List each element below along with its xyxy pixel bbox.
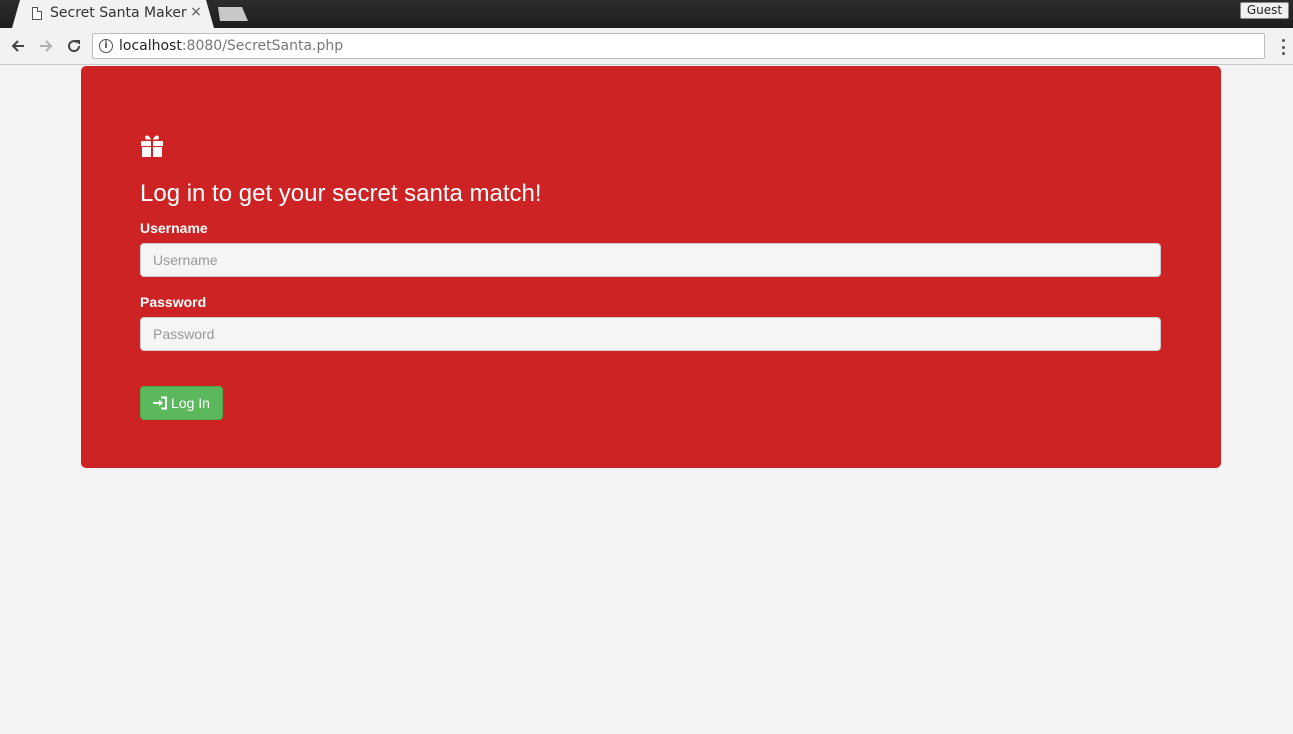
info-icon[interactable]: i xyxy=(99,39,113,53)
forward-button[interactable] xyxy=(34,34,58,58)
browser-toolbar: i localhost:8080/SecretSanta.php xyxy=(0,28,1293,65)
arrow-right-icon xyxy=(40,40,53,52)
password-input[interactable] xyxy=(140,317,1161,351)
arrow-left-icon xyxy=(11,40,24,52)
profile-button[interactable]: Guest xyxy=(1240,2,1289,19)
document-icon xyxy=(32,7,42,20)
url-host: localhost xyxy=(119,38,182,54)
browser-tab-strip: Secret Santa Maker × Guest xyxy=(0,0,1293,28)
sign-in-icon xyxy=(153,396,168,410)
url-text: localhost:8080/SecretSanta.php xyxy=(119,38,343,54)
back-button[interactable] xyxy=(6,34,30,58)
address-bar[interactable]: i localhost:8080/SecretSanta.php xyxy=(92,33,1265,59)
gift-icon xyxy=(141,135,163,157)
tab-title: Secret Santa Maker xyxy=(50,5,187,21)
reload-icon xyxy=(68,40,81,53)
login-button-label: Log In xyxy=(171,395,210,411)
page-heading: Log in to get your secret santa match! xyxy=(140,180,542,207)
tab-close-button[interactable]: × xyxy=(189,4,203,20)
password-label: Password xyxy=(140,294,207,310)
browser-tab[interactable]: Secret Santa Maker × xyxy=(12,0,214,28)
browser-menu-icon[interactable] xyxy=(1276,39,1290,55)
username-input[interactable] xyxy=(140,243,1161,277)
username-label: Username xyxy=(140,220,208,236)
url-path: :8080/SecretSanta.php xyxy=(181,38,344,54)
new-tab-button[interactable] xyxy=(218,7,248,21)
reload-button[interactable] xyxy=(62,34,86,58)
login-panel: Log in to get your secret santa match! U… xyxy=(81,66,1221,468)
login-button[interactable]: Log In xyxy=(140,386,223,420)
